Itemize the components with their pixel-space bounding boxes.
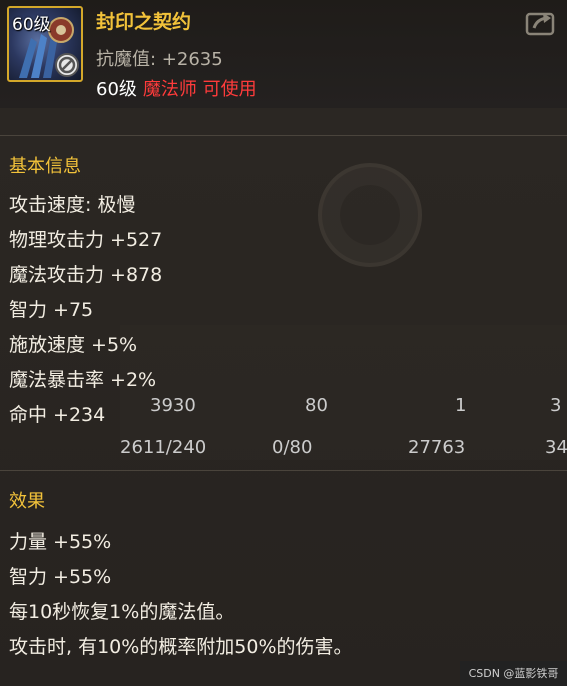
stat-physical-attack: 物理攻击力 +527 (9, 229, 163, 251)
effect-strength: 力量 +55% (9, 531, 112, 553)
stat-attack-speed: 攻击速度: 极慢 (9, 194, 136, 216)
faded-label-3: 1 (455, 395, 467, 416)
item-header (0, 0, 567, 108)
basic-info-title: 基本信息 (9, 156, 81, 177)
stat-cast-speed: 施放速度 +5% (9, 334, 138, 356)
faded-label-2: 80 (305, 395, 328, 416)
effect-mp-regen: 每10秒恢复1%的魔法值。 (9, 601, 235, 623)
stat-hit-rate: 命中 +234 (9, 404, 106, 426)
share-icon[interactable] (525, 8, 557, 36)
item-requirement: 60级 魔法师 可使用 (96, 75, 257, 101)
effect-bonus-damage: 攻击时, 有10%的概率附加50%的伤害。 (9, 636, 353, 658)
effect-intelligence: 智力 +55% (9, 566, 112, 588)
magic-resist-value: 抗魔值: +2635 (96, 49, 223, 70)
section-divider (0, 470, 567, 471)
effect-title: 效果 (9, 491, 45, 512)
item-icon-slot[interactable]: 60级 (7, 6, 83, 82)
header-divider (0, 135, 567, 136)
faded-label-4: 3 (550, 395, 562, 416)
stat-magic-crit: 魔法暴击率 +2% (9, 369, 157, 391)
stat-magic-attack: 魔法攻击力 +878 (9, 264, 163, 286)
faded-label-5: 2611/240 (120, 437, 207, 458)
faded-label-8: 34 (545, 437, 567, 458)
faded-weapon-emblem-icon (318, 163, 422, 267)
item-name: 封印之契约 (96, 11, 192, 33)
faded-label-7: 27763 (408, 437, 466, 458)
item-tooltip-panel: 60级 封印之契约 抗魔值: +2635 60级 魔法师 可使用 3930 80 … (0, 0, 567, 686)
faded-label-6: 0/80 (272, 437, 313, 458)
faded-label-1: 3930 (150, 395, 196, 416)
item-level-badge: 60级 (12, 15, 51, 35)
watermark: CSDN @蓝影铁哥 (460, 661, 567, 686)
requirement-class: 魔法师 可使用 (142, 79, 257, 100)
requirement-level: 60级 (96, 79, 137, 100)
stat-intelligence: 智力 +75 (9, 299, 94, 321)
